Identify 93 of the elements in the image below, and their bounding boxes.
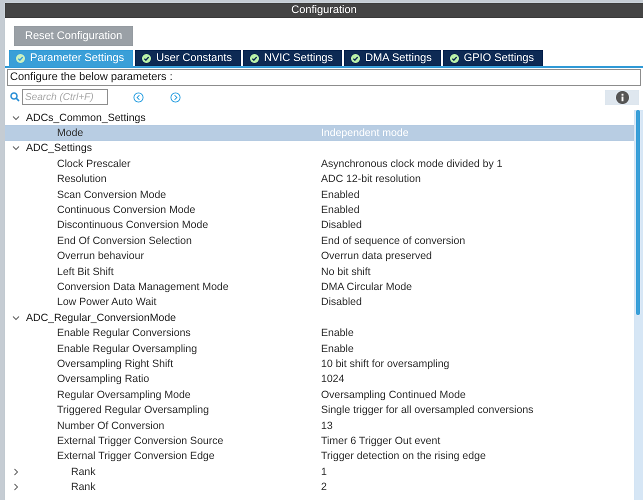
parameter-row[interactable]: Enable Regular Oversampling Enable	[5, 340, 634, 356]
scrollbar-thumb[interactable]	[636, 110, 640, 315]
chevron-down-icon[interactable]	[12, 314, 20, 322]
parameter-value: No bit shift	[321, 266, 371, 278]
tab[interactable]: DMA Settings	[344, 50, 441, 66]
tab[interactable]: NVIC Settings	[242, 50, 342, 66]
parameter-name: Continuous Conversion Mode	[56, 204, 196, 216]
parameter-name: Low Power Auto Wait	[56, 296, 156, 308]
parameter-row[interactable]: Low Power Auto Wait Disabled	[5, 294, 634, 310]
parameter-name: Rank	[70, 481, 96, 494]
tab[interactable]: GPIO Settings	[442, 50, 544, 66]
parameter-name: Resolution	[56, 173, 107, 186]
parameter-value: 2	[321, 481, 327, 494]
parameter-name: Oversampling Right Shift	[56, 358, 174, 370]
parameter-row[interactable]: Oversampling Ratio 1024	[5, 372, 634, 388]
check-icon	[450, 54, 459, 62]
check-icon	[142, 54, 152, 62]
check-icon	[250, 54, 259, 62]
parameter-name: Conversion Data Management Mode	[56, 280, 229, 293]
next-icon[interactable]	[170, 92, 181, 102]
parameter-row[interactable]: Enable Regular Conversions Enable	[5, 325, 634, 341]
parameter-name: Enable Regular Oversampling	[56, 342, 198, 355]
parameter-name: Clock Prescaler	[56, 158, 131, 170]
parameter-row[interactable]: Overrun behaviour Overrun data preserved	[5, 248, 634, 264]
parameter-row[interactable]: Regular Oversampling Mode Oversampling Continued Mode	[5, 387, 634, 402]
chevron-right-icon[interactable]	[12, 468, 20, 476]
parameter-name: Rank	[70, 466, 96, 478]
parameter-row[interactable]: Rank 2	[5, 479, 634, 495]
parameter-name: External Trigger Conversion Source	[56, 434, 224, 447]
parameter-name: Enable Regular Conversions	[56, 327, 191, 340]
parameter-row[interactable]: Rank 1	[5, 464, 634, 480]
parameter-row[interactable]: Discontinuous Conversion Mode Disabled	[5, 218, 634, 234]
parameter-row[interactable]: External Trigger Conversion Source Timer 6 Trigger Out event	[5, 433, 634, 449]
chevron-right-icon[interactable]	[12, 483, 20, 492]
scrollbar[interactable]	[634, 110, 643, 500]
parameter-value: Independent mode	[321, 127, 409, 140]
parameter-name: Overrun behaviour	[56, 250, 144, 262]
parameter-row[interactable]: End Of Conversion Selection End of sequence of conversion	[5, 233, 634, 249]
parameter-row[interactable]: Number Of Conversion 13	[5, 418, 634, 434]
parameter-row[interactable]: Resolution ADC 12-bit resolution	[5, 172, 634, 187]
parameter-name: End Of Conversion Selection	[56, 234, 192, 247]
parameter-value: Disabled	[321, 296, 362, 308]
check-icon	[16, 54, 25, 62]
parameter-value: Overrun data preserved	[321, 250, 432, 262]
parameter-name: Left Bit Shift	[56, 266, 114, 278]
window-title: Configuration	[291, 4, 357, 16]
parameter-value: Enable	[321, 342, 354, 355]
group-name: ADC_Settings	[26, 142, 92, 154]
previous-icon[interactable]	[133, 92, 144, 102]
parameter-value: 10 bit shift for oversampling	[321, 358, 450, 370]
search-icon	[10, 92, 20, 102]
parameter-value: Enable	[321, 327, 354, 340]
parameter-value: Oversampling Continued Mode	[321, 388, 466, 401]
description-text: Configure the below parameters :	[10, 71, 173, 83]
parameter-name: Regular Oversampling Mode	[56, 388, 191, 401]
parameter-value: 1024	[321, 373, 344, 386]
parameter-row[interactable]: Triggered Regular Oversampling Single trigger for all oversampled conversions	[5, 402, 634, 418]
info-button[interactable]	[605, 90, 639, 104]
parameter-row[interactable]: Oversampling Right Shift 10 bit shift for oversampling	[5, 356, 634, 372]
group-name: ADCs_Common_Settings	[26, 112, 146, 124]
parameter-name: Triggered Regular Oversampling	[56, 404, 209, 416]
parameter-value: DMA Circular Mode	[321, 280, 412, 293]
parameter-value: Single trigger for all oversampled conversions	[321, 404, 534, 416]
parameter-value: Timer 6 Trigger Out event	[321, 434, 440, 447]
info-icon	[616, 90, 628, 104]
check-icon	[351, 54, 360, 62]
parameter-row[interactable]: Conversion Data Management Mode DMA Circular Mode	[5, 279, 634, 295]
parameter-value: Disabled	[321, 219, 362, 232]
parameter-name: External Trigger Conversion Edge	[56, 450, 215, 462]
parameter-value: ADC 12-bit resolution	[321, 173, 421, 186]
parameter-name: Scan Conversion Mode	[56, 188, 166, 201]
parameter-value: Asynchronous clock mode divided by 1	[321, 158, 503, 170]
parameter-value: End of sequence of conversion	[321, 234, 466, 247]
tab[interactable]: User Constants	[135, 50, 241, 66]
parameter-value: Enabled	[321, 188, 360, 201]
parameter-value: 1	[321, 466, 327, 478]
group-name: ADC_Regular_ConversionMode	[26, 312, 176, 324]
parameter-name: Discontinuous Conversion Mode	[56, 219, 208, 232]
parameter-value: Enabled	[321, 204, 360, 216]
parameter-value: 13	[321, 420, 333, 432]
chevron-down-icon[interactable]	[12, 114, 20, 122]
parameter-row[interactable]: Left Bit Shift No bit shift	[5, 264, 634, 280]
parameter-name: Number Of Conversion	[56, 420, 164, 432]
parameter-name: Mode	[56, 127, 84, 140]
parameter-row[interactable]: Mode Independent mode	[5, 125, 634, 141]
parameter-value: Trigger detection on the rising edge	[321, 450, 486, 462]
search-field[interactable]: Search (Ctrl+F)	[22, 89, 108, 105]
parameter-row[interactable]: External Trigger Conversion Edge Trigger detection on the rising edge	[5, 448, 634, 464]
parameter-name: Oversampling Ratio	[56, 373, 150, 386]
parameter-row[interactable]: Continuous Conversion Mode Enabled	[5, 202, 634, 218]
chevron-down-icon[interactable]	[12, 144, 20, 152]
parameter-row[interactable]: Scan Conversion Mode Enabled	[5, 186, 634, 202]
parameter-row[interactable]: Clock Prescaler Asynchronous clock mode divided by 1	[5, 156, 634, 172]
